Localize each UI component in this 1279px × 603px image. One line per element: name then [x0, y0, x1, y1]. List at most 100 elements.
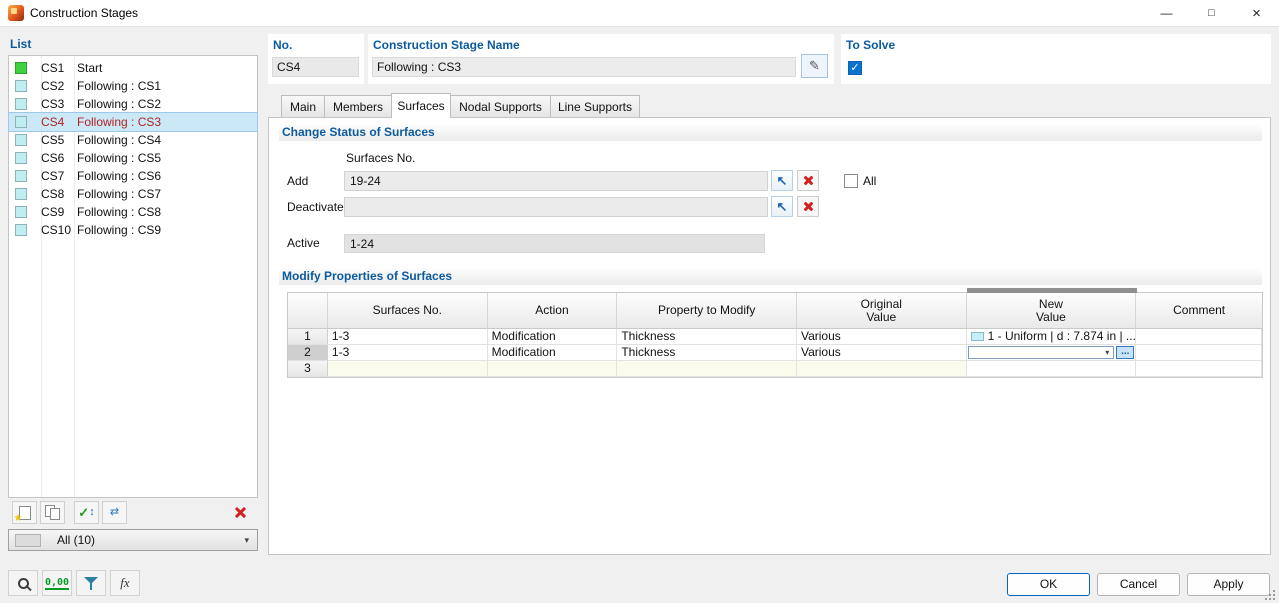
list-item-cs8[interactable]: CS8 Following : CS7 — [9, 185, 257, 203]
active-label: Active — [287, 233, 320, 253]
list-item-cs7[interactable]: CS7 Following : CS6 — [9, 167, 257, 185]
new-value-cell[interactable] — [967, 361, 1137, 377]
tab-line-supports[interactable]: Line Supports — [550, 95, 640, 118]
comment-cell[interactable] — [1136, 329, 1262, 345]
to-solve-label: To Solve — [846, 38, 895, 52]
browse-button[interactable]: ... — [1116, 346, 1134, 359]
section-title: Modify Properties of Surfaces — [279, 269, 452, 283]
clear-add-surfaces-button[interactable] — [797, 170, 819, 191]
tab-surfaces[interactable]: Surfaces — [391, 93, 451, 118]
select-add-surfaces-button[interactable]: ↖ — [771, 170, 793, 191]
change-status-section-header: Change Status of Surfaces — [279, 124, 1262, 141]
add-label: Add — [287, 171, 308, 191]
new-stage-button[interactable]: ★ — [12, 501, 37, 524]
minimize-button[interactable]: — — [1144, 0, 1189, 27]
header-original-value[interactable]: Original Value — [797, 293, 967, 329]
to-solve-checkbox[interactable]: ✓ — [848, 61, 862, 75]
find-stage-button[interactable] — [8, 570, 38, 596]
header-action[interactable]: Action — [488, 293, 618, 329]
surfaces-tab-panel: Change Status of Surfaces Surfaces No. A… — [268, 117, 1271, 555]
all-checkbox[interactable] — [844, 174, 858, 188]
decimal-places-button[interactable]: 0,00 — [42, 570, 72, 596]
surfaces-cell[interactable]: 1-3 — [328, 329, 488, 345]
stage-name-field[interactable]: Following : CS3 — [372, 57, 796, 77]
list-item-cs1[interactable]: CS1 Start — [9, 59, 257, 77]
tab-nodal-supports[interactable]: Nodal Supports — [450, 95, 551, 118]
delete-stage-button[interactable] — [228, 501, 253, 524]
table-row-2: 2 1-3 Modification Thickness Various ▾ .… — [288, 345, 1262, 361]
ok-button[interactable]: OK — [1007, 573, 1090, 596]
decimal-display-icon: 0,00 — [45, 577, 69, 590]
action-cell[interactable]: Modification — [488, 329, 618, 345]
action-cell[interactable] — [488, 361, 618, 377]
list-panel-label: List — [10, 37, 31, 51]
tab-main[interactable]: Main — [281, 95, 325, 118]
list-item-cs3[interactable]: CS3 Following : CS2 — [9, 95, 257, 113]
surfaces-no-column-label: Surfaces No. — [346, 148, 415, 168]
new-value-cell[interactable]: 1 - Uniform | d : 7.874 in | ... — [967, 329, 1137, 345]
cancel-button[interactable]: Cancel — [1097, 573, 1180, 596]
list-filter-dropdown[interactable]: All (10) ▾ — [8, 529, 258, 551]
add-surfaces-input[interactable]: 19-24 — [344, 171, 768, 191]
property-cell[interactable] — [617, 361, 797, 377]
table-row-3: 3 — [288, 361, 1262, 377]
header-comment[interactable]: Comment — [1136, 293, 1262, 329]
header-property-to-modify[interactable]: Property to Modify — [617, 293, 797, 329]
comment-cell[interactable] — [1136, 361, 1262, 377]
pencil-icon: ✎ — [809, 58, 820, 74]
stage-number-box: No. CS4 — [268, 34, 364, 84]
original-value-cell[interactable] — [797, 361, 967, 377]
delete-x-icon — [234, 506, 247, 519]
pointer-select-icon: ↖ — [777, 174, 788, 187]
list-item-cs5[interactable]: CS5 Following : CS4 — [9, 131, 257, 149]
clear-x-icon — [803, 201, 814, 212]
list-item-cs9[interactable]: CS9 Following : CS8 — [9, 203, 257, 221]
check-stages-button[interactable]: ✓↕ — [74, 501, 99, 524]
row-number-cell-active[interactable]: 2 — [288, 345, 328, 361]
filter-swatch — [15, 534, 41, 547]
property-cell[interactable]: Thickness — [617, 345, 797, 361]
magnifier-icon — [18, 578, 29, 589]
tab-members[interactable]: Members — [324, 95, 392, 118]
header-new-value[interactable]: New Value — [967, 293, 1137, 329]
stage-status-icon — [15, 62, 27, 74]
resize-grip[interactable] — [1263, 588, 1275, 600]
edit-name-button[interactable]: ✎ — [801, 54, 828, 78]
action-cell[interactable]: Modification — [488, 345, 618, 361]
list-item-cs4-selected[interactable]: CS4 Following : CS3 — [9, 113, 257, 131]
apply-button[interactable]: Apply — [1187, 573, 1270, 596]
surfaces-cell[interactable] — [328, 361, 488, 377]
stage-status-icon — [15, 152, 27, 164]
formula-button[interactable]: fx — [110, 570, 140, 596]
list-item-cs6[interactable]: CS6 Following : CS5 — [9, 149, 257, 167]
clear-deactivate-surfaces-button[interactable] — [797, 196, 819, 217]
close-button[interactable]: × — [1234, 0, 1279, 27]
original-value-cell[interactable]: Various — [797, 345, 967, 361]
select-deactivate-surfaces-button[interactable]: ↖ — [771, 196, 793, 217]
corner-header-cell[interactable] — [288, 293, 328, 329]
renumber-stages-button[interactable]: ⇄ — [102, 501, 127, 524]
window-title: Construction Stages — [30, 0, 138, 27]
list-item-cs2[interactable]: CS2 Following : CS1 — [9, 77, 257, 95]
copy-stage-button[interactable] — [40, 501, 65, 524]
filter-value: All (10) — [57, 530, 95, 550]
all-checkbox-label: All — [863, 171, 876, 191]
original-value-cell[interactable]: Various — [797, 329, 967, 345]
row-number-cell[interactable]: 3 — [288, 361, 328, 377]
close-icon: × — [1252, 5, 1261, 22]
stage-list[interactable]: CS1 Start CS2 Following : CS1 CS3 Follow… — [8, 55, 258, 498]
selected-column-indicator — [967, 288, 1137, 293]
deactivate-surfaces-input[interactable] — [344, 197, 768, 217]
active-surfaces-field: 1-24 — [344, 234, 765, 253]
new-value-combobox[interactable]: ▾ — [968, 346, 1115, 359]
property-cell[interactable]: Thickness — [617, 329, 797, 345]
list-item-cs10[interactable]: CS10 Following : CS9 — [9, 221, 257, 239]
surfaces-cell[interactable]: 1-3 — [328, 345, 488, 361]
stage-id: CS6 — [41, 151, 69, 165]
comment-cell[interactable] — [1136, 345, 1262, 361]
maximize-button[interactable]: □ — [1189, 0, 1234, 27]
header-surfaces-no[interactable]: Surfaces No. — [328, 293, 488, 329]
row-number-cell[interactable]: 1 — [288, 329, 328, 345]
new-value-edit-cell[interactable]: ▾ ... — [967, 345, 1137, 361]
filter-settings-button[interactable] — [76, 570, 106, 596]
